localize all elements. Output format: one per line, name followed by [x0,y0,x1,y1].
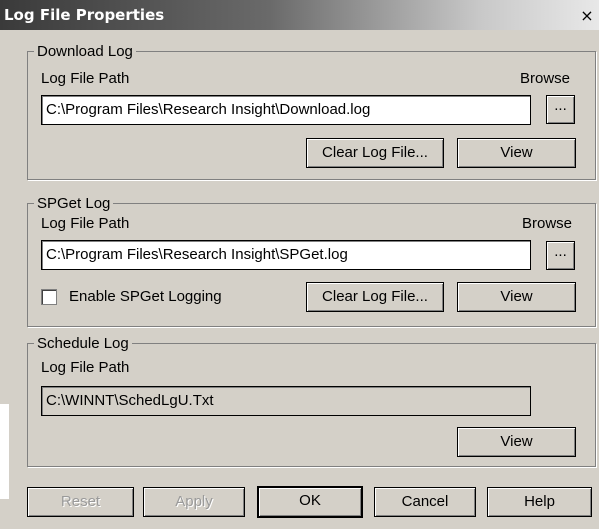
title-bar[interactable]: Log File Properties × [0,0,599,30]
spget-log-browse-button[interactable]: ... [546,241,575,270]
download-log-path-label: Log File Path [41,70,130,87]
spget-log-legend: SPGet Log [34,195,114,212]
help-button[interactable]: Help [487,487,592,517]
download-log-clear-button[interactable]: Clear Log File... [306,138,444,168]
download-log-view-button[interactable]: View [457,138,576,168]
window-title: Log File Properties [4,6,165,24]
enable-spget-logging-label[interactable]: Enable SPGet Logging [69,288,222,305]
cancel-button[interactable]: Cancel [374,487,476,517]
download-log-legend: Download Log [34,43,136,60]
schedule-log-legend: Schedule Log [34,335,132,352]
schedule-log-path-label: Log File Path [41,359,130,376]
schedule-log-view-button[interactable]: View [457,427,576,457]
spget-log-path-label: Log File Path [41,215,130,232]
spget-log-path-field[interactable]: C:\Program Files\Research Insight\SPGet.… [41,240,531,270]
spget-log-clear-button[interactable]: Clear Log File... [306,282,444,312]
download-log-browse-button[interactable]: ... [546,95,575,124]
spget-log-view-button[interactable]: View [457,282,576,312]
download-log-browse-label: Browse [520,70,571,87]
apply-button: Apply [143,487,245,517]
download-log-path-field[interactable]: C:\Program Files\Research Insight\Downlo… [41,95,531,125]
screenshot-edge-artifact [0,404,9,499]
ok-button[interactable]: OK [257,486,363,518]
spget-log-browse-label: Browse [522,215,573,232]
enable-spget-logging-checkbox[interactable] [41,289,57,305]
log-file-properties-dialog: Log File Properties × Download Log Log F… [0,0,599,529]
reset-button: Reset [27,487,134,517]
schedule-log-path-field: C:\WINNT\SchedLgU.Txt [41,386,531,416]
close-icon[interactable]: × [578,7,596,25]
